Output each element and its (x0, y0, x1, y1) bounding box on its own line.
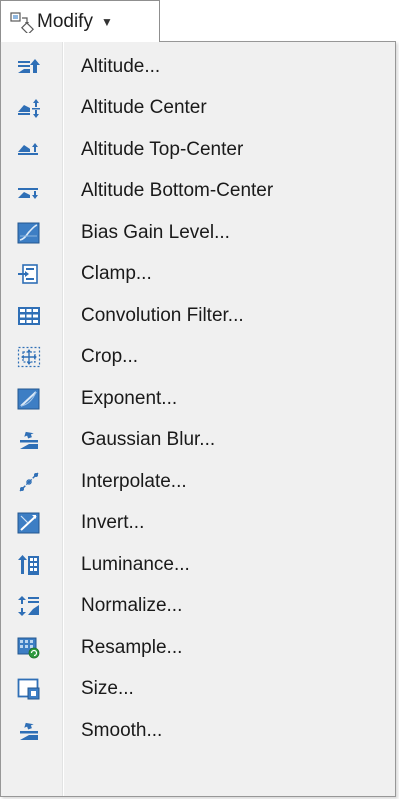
resample-icon (16, 636, 42, 660)
menu-item-label: Bias Gain Level... (81, 221, 230, 243)
luminance-icon (16, 553, 42, 577)
menu-item-normalize[interactable]: Normalize... (1, 586, 395, 628)
menu-item-label: Resample... (81, 636, 183, 658)
menu-item-interpolate[interactable]: Interpolate... (1, 461, 395, 503)
menu-item-label: Luminance... (81, 553, 190, 575)
menu-item-invert[interactable]: Invert... (1, 503, 395, 545)
menu-item-label: Smooth... (81, 719, 163, 741)
modify-icon (9, 11, 35, 33)
menu-item-label: Interpolate... (81, 470, 187, 492)
modify-dropdown-button[interactable]: Modify ▼ (0, 0, 160, 42)
altitude-icon (16, 55, 42, 79)
menu-item-label: Altitude... (81, 55, 161, 77)
menu-item-gaussian-blur[interactable]: Gaussian Blur... (1, 420, 395, 462)
menu-item-label: Clamp... (81, 263, 152, 285)
menu-item-luminance[interactable]: Luminance... (1, 544, 395, 586)
altitude-bottom-center-icon (16, 179, 42, 203)
exponent-icon (16, 387, 42, 411)
menu-item-crop[interactable]: Crop... (1, 337, 395, 379)
menu-item-altitude[interactable]: Altitude... (1, 46, 395, 88)
modify-menu: Altitude... Altitude Center Altitude Top… (0, 41, 396, 797)
crop-icon (16, 345, 42, 369)
menu-item-label: Crop... (81, 346, 139, 368)
menu-item-altitude-center[interactable]: Altitude Center (1, 88, 395, 130)
gaussian-blur-icon (16, 428, 42, 452)
menu-item-label: Convolution Filter... (81, 304, 244, 326)
menu-item-smooth[interactable]: Smooth... (1, 710, 395, 752)
menu-item-label: Normalize... (81, 595, 183, 617)
modify-button-label: Modify (37, 10, 93, 32)
menu-item-clamp[interactable]: Clamp... (1, 254, 395, 296)
menu-item-label: Altitude Center (81, 97, 207, 119)
menu-list: Altitude... Altitude Center Altitude Top… (1, 46, 395, 752)
menu-item-size[interactable]: Size... (1, 669, 395, 711)
menu-item-convolution-filter[interactable]: Convolution Filter... (1, 295, 395, 337)
invert-icon (16, 511, 42, 535)
menu-item-altitude-top-center[interactable]: Altitude Top-Center (1, 129, 395, 171)
convolution-filter-icon (16, 304, 42, 328)
altitude-top-center-icon (16, 138, 42, 162)
menu-item-altitude-bottom-center[interactable]: Altitude Bottom-Center (1, 171, 395, 213)
menu-item-label: Size... (81, 678, 134, 700)
menu-item-resample[interactable]: Resample... (1, 627, 395, 669)
interpolate-icon (16, 470, 42, 494)
smooth-icon (16, 719, 42, 743)
normalize-icon (16, 594, 42, 618)
size-icon (16, 677, 42, 701)
menu-item-label: Invert... (81, 512, 145, 534)
menu-item-label: Exponent... (81, 387, 178, 409)
bias-gain-level-icon (16, 221, 42, 245)
menu-item-label: Altitude Bottom-Center (81, 180, 274, 202)
clamp-icon (16, 262, 42, 286)
menu-item-exponent[interactable]: Exponent... (1, 378, 395, 420)
caret-down-icon: ▼ (100, 14, 113, 29)
menu-item-label: Altitude Top-Center (81, 138, 244, 160)
menu-item-label: Gaussian Blur... (81, 429, 216, 451)
altitude-center-icon (16, 96, 42, 120)
menu-item-bias-gain-level[interactable]: Bias Gain Level... (1, 212, 395, 254)
